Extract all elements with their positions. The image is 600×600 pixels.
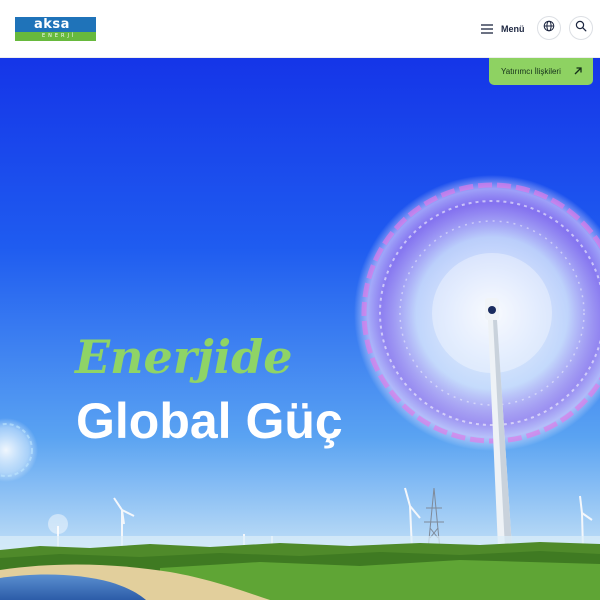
arrow-up-right-icon <box>573 63 583 81</box>
investor-relations-button[interactable]: Yatırımcı İlişkileri <box>489 58 593 85</box>
hero-slider: Enerjide Global Güç <box>0 58 600 600</box>
search-icon <box>575 19 587 37</box>
aksa-enerji-logo[interactable]: aksa ENERJİ <box>15 17 96 41</box>
hero-italic-heading: Enerjide <box>75 330 293 384</box>
logo-wordmark: aksa <box>34 17 70 32</box>
logo-subtitle: ENERJİ <box>42 33 77 39</box>
hamburger-icon <box>480 23 494 35</box>
investor-relations-label: Yatırımcı İlişkileri <box>501 67 561 76</box>
hero-heading: Global Güç <box>76 393 343 449</box>
menu-button[interactable]: Menü <box>480 18 525 40</box>
globe-icon <box>543 19 555 37</box>
site-header: aksa ENERJİ Menü <box>0 0 600 58</box>
search-button[interactable] <box>569 16 593 40</box>
menu-label: Menü <box>501 24 525 34</box>
language-button[interactable] <box>537 16 561 40</box>
